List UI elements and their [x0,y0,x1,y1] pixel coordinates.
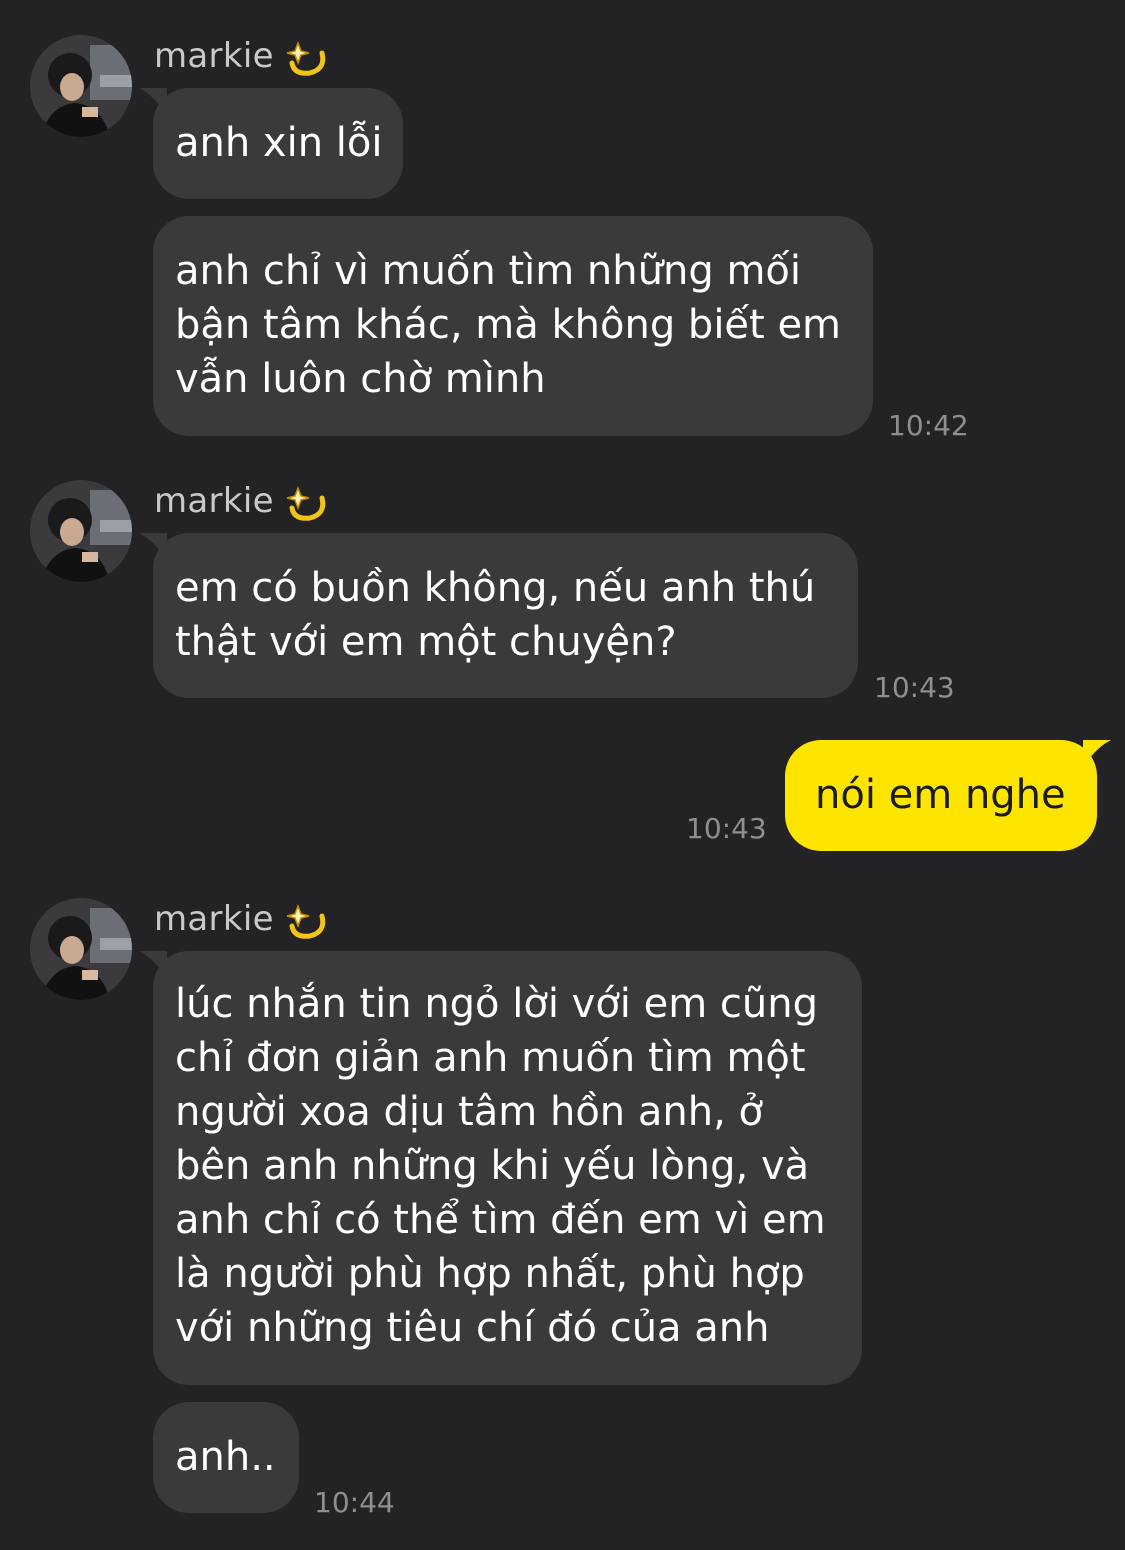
message-text: anh chỉ có thể tìm đến em vì em [175,1197,826,1243]
sender-avatar[interactable] [30,480,132,582]
message-text: là người phù hợp nhất, phù hợp [175,1251,805,1297]
message-text: anh xin lỗi [175,120,383,166]
sender-avatar[interactable] [30,898,132,1000]
sender-name: markie [154,899,274,939]
message-bubble[interactable]: anh xin lỗi [139,88,403,199]
message-timestamp: 10:42 [888,409,969,442]
message-text: với những tiêu chí đó của anh [175,1305,770,1351]
message-bubble[interactable]: lúc nhắn tin ngỏ lời với em cũng chỉ đơn… [139,951,862,1385]
message-text: lúc nhắn tin ngỏ lời với em cũng [175,981,819,1027]
message-text: anh.. [175,1434,276,1480]
message-bubble[interactable]: anh.. [153,1402,299,1513]
message-text: em có buồn không, nếu anh thú [175,565,816,611]
message-text: vẫn luôn chờ mình [175,356,546,402]
message-bubble[interactable]: anh chỉ vì muốn tìm những mối bận tâm kh… [153,216,873,436]
message-text: nói em nghe [815,772,1066,818]
message-text: thật với em một chuyện? [175,619,677,665]
sender-label: markie [154,899,330,939]
bubble-tail [139,951,167,979]
message-text: bận tâm khác, mà không biết em [175,302,842,348]
message-timestamp: 10:44 [314,1486,395,1519]
sender-label: markie [154,481,330,521]
my-message-bubble[interactable]: nói em nghe [785,740,1111,851]
message-text: chỉ đơn giản anh muốn tìm một [175,1035,806,1081]
bubble-tail [1083,740,1111,768]
sender-name: markie [154,36,274,76]
message-text: bên anh những khi yếu lòng, và [175,1143,810,1189]
sender-avatar[interactable] [30,35,132,137]
message-text: anh chỉ vì muốn tìm những mối [175,248,801,294]
dizzy-sparkle-icon [286,40,326,76]
message-timestamp: 10:43 [874,671,955,704]
message-bubble[interactable]: em có buồn không, nếu anh thú thật với e… [139,533,858,698]
message-timestamp: 10:43 [686,812,767,845]
bubble-tail [139,88,167,116]
bubble-tail [139,533,167,561]
message-text: người xoa dịu tâm hồn anh, ở [175,1089,763,1135]
sender-label: markie [154,36,330,76]
sender-name: markie [154,481,274,521]
dizzy-sparkle-icon [286,485,326,521]
dizzy-sparkle-icon [286,903,326,939]
